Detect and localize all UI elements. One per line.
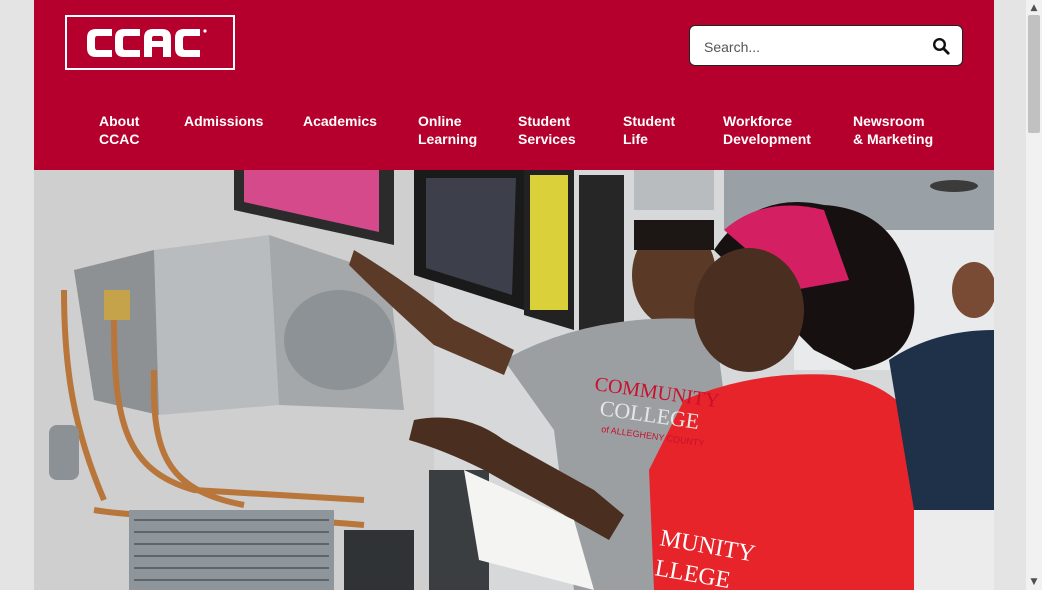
nav-label-line2: Development: [723, 131, 811, 147]
scroll-up-arrow-icon[interactable]: ▲: [1026, 0, 1042, 16]
scroll-thumb[interactable]: [1028, 15, 1040, 133]
ccac-logo-mark: [87, 28, 207, 57]
nav-newsroom-marketing[interactable]: Newsroom & Marketing: [853, 112, 933, 148]
nav-label-line1: Student: [623, 113, 676, 129]
search-box: [689, 25, 963, 66]
search-icon: [932, 37, 950, 55]
vertical-scrollbar[interactable]: ▲ ▼: [1026, 0, 1042, 590]
ccac-logo[interactable]: [65, 15, 235, 70]
nav-label-line1: Admissions: [184, 113, 264, 129]
nav-label-line1: Online: [418, 113, 462, 129]
nav-label-line2: Life: [623, 131, 648, 147]
nav-label-line1: Student: [518, 113, 571, 129]
hero-photo-illustration: COMMUNITY COLLEGE of ALLEGHENY COUNTY MU…: [34, 170, 994, 590]
nav-label-line2: Services: [518, 131, 576, 147]
scroll-down-arrow-icon[interactable]: ▼: [1026, 574, 1042, 590]
page: About CCAC Admissions Academics Online L…: [34, 0, 994, 590]
main-nav: About CCAC Admissions Academics Online L…: [34, 112, 994, 162]
nav-label-line2: Learning: [418, 131, 478, 147]
nav-student-life[interactable]: Student Life: [623, 112, 675, 148]
nav-label-line1: About: [99, 113, 140, 129]
hero-image: COMMUNITY COLLEGE of ALLEGHENY COUNTY MU…: [34, 170, 994, 590]
nav-workforce-development[interactable]: Workforce Development: [723, 112, 811, 148]
nav-label-line1: Workforce: [723, 113, 792, 129]
nav-online-learning[interactable]: Online Learning: [418, 112, 477, 148]
nav-admissions[interactable]: Admissions: [184, 112, 263, 130]
nav-student-services[interactable]: Student Services: [518, 112, 576, 148]
nav-label-line1: Newsroom: [853, 113, 925, 129]
site-header: About CCAC Admissions Academics Online L…: [34, 0, 994, 170]
nav-label-line2: CCAC: [99, 131, 140, 147]
search-input[interactable]: [702, 35, 926, 59]
search-button[interactable]: [930, 35, 952, 57]
nav-about-ccac[interactable]: About CCAC: [99, 112, 139, 148]
nav-label-line1: Academics: [303, 113, 377, 129]
nav-label-line2: & Marketing: [853, 131, 934, 147]
nav-academics[interactable]: Academics: [303, 112, 377, 130]
